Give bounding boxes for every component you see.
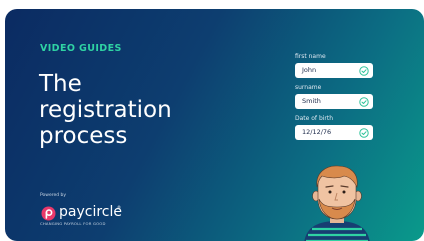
surname-value: Smith (302, 97, 321, 105)
surname-label: surname (295, 84, 322, 91)
dob-field[interactable]: 12/12/76 (295, 125, 373, 140)
page-title: The registration process (39, 71, 239, 149)
brand-name: paycircle (59, 204, 122, 220)
title-line-3: process (39, 123, 128, 149)
video-guide-card[interactable]: VIDEO GUIDES The registration process fi… (5, 9, 424, 241)
title-line-1: The (39, 71, 82, 97)
section-eyebrow: VIDEO GUIDES (40, 43, 122, 54)
dob-label: Date of birth (295, 115, 334, 122)
title-line-2: registration (39, 97, 172, 123)
check-circle-icon (359, 96, 369, 107)
surname-field[interactable]: Smith (295, 94, 373, 109)
trademark-mark: ® (117, 205, 121, 210)
check-circle-icon (359, 65, 369, 76)
registration-form: first name John surname Smith Date of bi… (295, 53, 375, 146)
paycircle-logo-icon (41, 206, 56, 221)
check-circle-icon (359, 127, 369, 138)
first-name-field[interactable]: John (295, 63, 373, 78)
first-name-value: John (302, 66, 317, 74)
brand-tagline: CHANGING PAYROLL FOR GOOD (40, 221, 106, 226)
powered-by-label: Powered by (40, 193, 67, 198)
dob-value: 12/12/76 (302, 128, 332, 136)
man-avatar-illustration (304, 165, 370, 241)
first-name-label: first name (295, 53, 326, 60)
